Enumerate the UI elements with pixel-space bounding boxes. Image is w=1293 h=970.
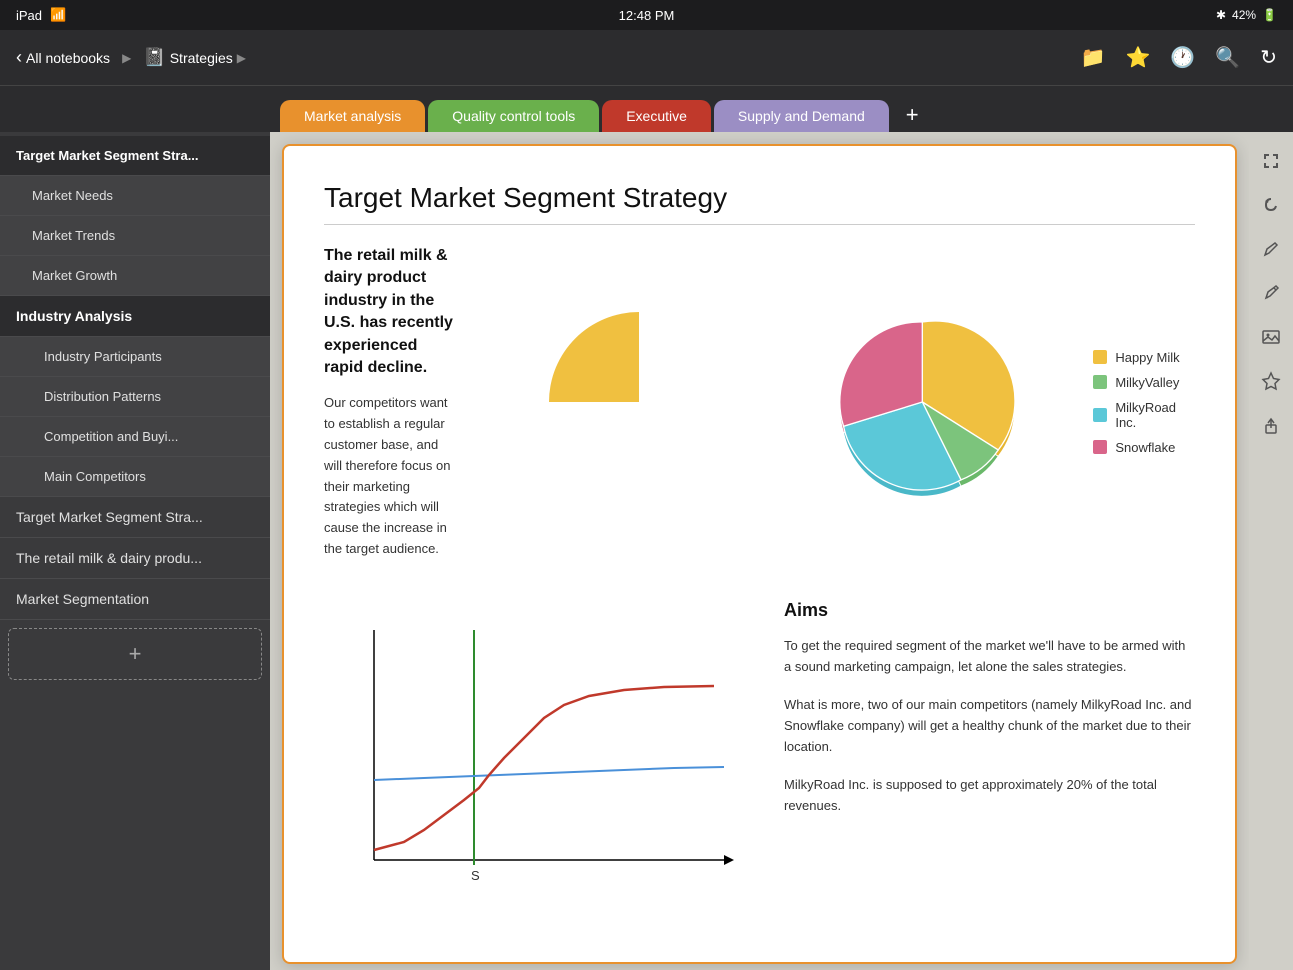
- pen-tool[interactable]: [1254, 232, 1288, 266]
- main-area: Target Market Segment Stra... Market Nee…: [0, 132, 1293, 970]
- pie-legend: Happy Milk MilkyValley MilkyRoad Inc.: [1093, 350, 1195, 455]
- nav-bar: ‹ All notebooks ▶ 📓 Strategies ▶ 📁 ⭐ 🕐 🔍…: [0, 30, 1293, 86]
- line-chart-svg: S: [324, 600, 754, 920]
- nav-separator: ▶: [122, 51, 131, 65]
- pie-chart-svg: [789, 302, 1073, 502]
- image-tool[interactable]: [1254, 320, 1288, 354]
- sidebar: Target Market Segment Stra... Market Nee…: [0, 132, 270, 970]
- legend-color-milkyroad: [1093, 408, 1107, 422]
- aims-paragraph-2: What is more, two of our main competitor…: [784, 694, 1195, 758]
- share-tool[interactable]: [1254, 408, 1288, 442]
- doc-body-text: Our competitors want to establish a regu…: [324, 393, 459, 559]
- star-tool[interactable]: [1254, 364, 1288, 398]
- folder-icon[interactable]: 📁: [1081, 45, 1106, 70]
- history-icon[interactable]: 🕐: [1170, 45, 1195, 70]
- sidebar-item-target-market[interactable]: Target Market Segment Stra...: [0, 136, 270, 176]
- svg-text:S: S: [471, 868, 480, 883]
- all-notebooks-label: All notebooks: [26, 50, 110, 66]
- aims-paragraph-1: To get the required segment of the marke…: [784, 635, 1195, 678]
- battery-label: 42%: [1232, 8, 1256, 22]
- back-button[interactable]: ‹ All notebooks: [16, 47, 110, 68]
- sidebar-item-distribution-patterns[interactable]: Distribution Patterns: [0, 377, 270, 417]
- document-area: Target Market Segment Strategy The retai…: [270, 132, 1249, 970]
- back-arrow-icon: ‹: [16, 47, 22, 68]
- doc-text-block: The retail milk & dairy product industry…: [324, 245, 459, 560]
- legend-item-snowflake: Snowflake: [1093, 440, 1195, 455]
- tab-quality-control[interactable]: Quality control tools: [428, 100, 599, 132]
- sidebar-item-retail-milk[interactable]: The retail milk & dairy produ...: [0, 538, 270, 579]
- sidebar-item-market-segmentation[interactable]: Market Segmentation: [0, 579, 270, 620]
- doc-top-section: The retail milk & dairy product industry…: [324, 245, 1195, 560]
- legend-color-snowflake: [1093, 440, 1107, 454]
- device-label: iPad: [16, 8, 42, 23]
- legend-item-happy-milk: Happy Milk: [1093, 350, 1195, 365]
- tab-supply-demand[interactable]: Supply and Demand: [714, 100, 889, 132]
- sidebar-item-industry-analysis[interactable]: Industry Analysis: [0, 296, 270, 337]
- sidebar-item-market-trends[interactable]: Market Trends: [0, 216, 270, 256]
- right-toolbar: [1249, 132, 1293, 970]
- pie-chart: [489, 292, 789, 512]
- nav-icons: 📁 ⭐ 🕐 🔍 ↻: [1081, 45, 1277, 70]
- sidebar-item-target-market-2[interactable]: Target Market Segment Stra...: [0, 497, 270, 538]
- tab-executive[interactable]: Executive: [602, 100, 711, 132]
- aims-title: Aims: [784, 600, 1195, 621]
- wifi-icon: 📶: [50, 7, 66, 23]
- legend-color-milkyvalley: [1093, 375, 1107, 389]
- legend-item-milkyroad: MilkyRoad Inc.: [1093, 400, 1195, 430]
- pie-chart-area: Happy Milk MilkyValley MilkyRoad Inc.: [489, 245, 1195, 560]
- star-icon[interactable]: ⭐: [1126, 45, 1151, 70]
- notebook-arrow: ▶: [237, 51, 246, 65]
- doc-bottom-section: S Aims To get the required segment of th…: [324, 600, 1195, 925]
- status-bar: iPad 📶 12:48 PM ✱ 42% 🔋: [0, 0, 1293, 30]
- sidebar-item-market-needs[interactable]: Market Needs: [0, 176, 270, 216]
- sidebar-item-market-growth[interactable]: Market Growth: [0, 256, 270, 296]
- legend-item-milkyvalley: MilkyValley: [1093, 375, 1195, 390]
- add-item-button[interactable]: +: [8, 628, 262, 680]
- add-tab-button[interactable]: +: [896, 98, 929, 132]
- pencil-tool[interactable]: [1254, 276, 1288, 310]
- expand-tool[interactable]: [1254, 144, 1288, 178]
- sidebar-item-main-competitors[interactable]: Main Competitors: [0, 457, 270, 497]
- refresh-icon[interactable]: ↻: [1260, 45, 1277, 70]
- document-title: Target Market Segment Strategy: [324, 182, 1195, 225]
- document-card: Target Market Segment Strategy The retai…: [282, 144, 1237, 964]
- aims-area: Aims To get the required segment of the …: [784, 600, 1195, 925]
- line-chart-area: S: [324, 600, 754, 925]
- battery-icon: 🔋: [1262, 8, 1277, 22]
- doc-headline: The retail milk & dairy product industry…: [324, 245, 459, 379]
- undo-tool[interactable]: [1254, 188, 1288, 222]
- sidebar-item-competition[interactable]: Competition and Buyi...: [0, 417, 270, 457]
- tab-market-analysis[interactable]: Market analysis: [280, 100, 425, 132]
- notebook-label: Strategies: [170, 50, 233, 66]
- aims-paragraph-3: MilkyRoad Inc. is supposed to get approx…: [784, 774, 1195, 817]
- search-icon[interactable]: 🔍: [1215, 45, 1240, 70]
- tabs-bar: Market analysis Quality control tools Ex…: [0, 86, 1293, 132]
- sidebar-item-industry-participants[interactable]: Industry Participants: [0, 337, 270, 377]
- bluetooth-icon: ✱: [1216, 8, 1226, 22]
- notebook-icon: 📓: [143, 47, 165, 68]
- notebook-button[interactable]: 📓 Strategies ▶: [143, 47, 246, 68]
- time-display: 12:48 PM: [619, 8, 675, 23]
- legend-color-happy-milk: [1093, 350, 1107, 364]
